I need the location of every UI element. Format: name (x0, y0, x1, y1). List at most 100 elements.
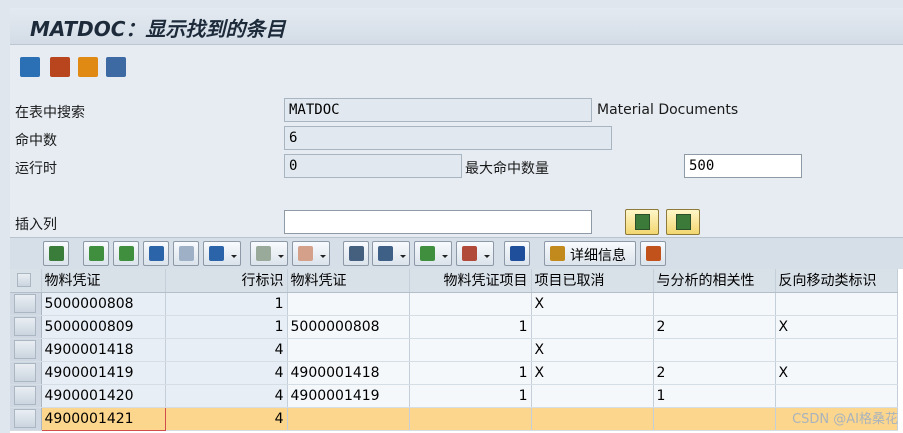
table-cell: 4900001419 (41, 361, 166, 385)
subtotal-button[interactable] (292, 241, 330, 266)
table-cell: 5000000808 (41, 292, 166, 316)
info-button[interactable] (504, 241, 530, 266)
row-selector[interactable] (10, 338, 42, 362)
views-button[interactable] (372, 241, 410, 266)
insert-column-button[interactable] (625, 209, 659, 235)
table-cell: 2 (653, 315, 776, 339)
search-table-field: MATDOC (284, 98, 592, 122)
max-hits-label: 最大命中数量 (465, 161, 549, 177)
table-cell: 4900001419 (287, 384, 410, 408)
check-table-icon[interactable] (78, 57, 98, 77)
sum-icon (256, 246, 271, 261)
find-button[interactable] (43, 241, 69, 266)
table-cell (409, 407, 532, 431)
table-cell: 1 (165, 292, 288, 316)
table-row: 4900001419 4 4900001418 1 X 2 X (10, 361, 898, 385)
details-icon (550, 246, 565, 261)
table-cell (287, 292, 410, 316)
table-cell (287, 338, 410, 362)
print-icon (349, 246, 364, 261)
column-header[interactable]: 物料凭证 (41, 269, 166, 293)
find-icon (49, 246, 64, 261)
table-cell: 5000000808 (287, 315, 410, 339)
table-cell: 4900001421 (40, 406, 166, 431)
table-cell (775, 292, 898, 316)
table-cell (653, 292, 776, 316)
insert-column-input[interactable] (284, 210, 592, 234)
binoculars-plus-icon (179, 246, 194, 261)
title-bar: MATDOC：显示找到的条目 (10, 8, 903, 45)
hits-label: 命中数 (15, 133, 57, 149)
insert-column-icon (635, 214, 650, 230)
column-header[interactable]: 物料凭证 (287, 269, 410, 293)
table-cell: 4 (165, 338, 288, 362)
layout-icon (462, 246, 477, 261)
table-cell: 4 (165, 384, 288, 408)
table-cell (531, 315, 654, 339)
filter-button[interactable] (203, 241, 241, 266)
layout-button[interactable] (456, 241, 494, 266)
refresh-icon[interactable] (20, 57, 40, 77)
table-cell: 4 (165, 407, 288, 431)
views-icon (378, 246, 393, 261)
table-header-row: 物料凭证 行标识 物料凭证 物料凭证项目 项目已取消 与分析的相关性 反向移动类… (10, 269, 898, 293)
row-selector[interactable] (10, 315, 42, 339)
table-cell: 1 (409, 361, 532, 385)
subtotal-icon (298, 246, 313, 261)
table-cell (531, 384, 654, 408)
insert-column-label: 插入列 (15, 217, 57, 233)
table-cell (653, 407, 776, 431)
sum-button[interactable] (250, 241, 288, 266)
column-header[interactable]: 项目已取消 (531, 269, 654, 293)
table-cell: X (531, 361, 654, 385)
results-table: 物料凭证 行标识 物料凭证 物料凭证项目 项目已取消 与分析的相关性 反向移动类… (10, 269, 903, 433)
export-icon (420, 246, 435, 261)
table-row-selected: 4900001421 4 (10, 406, 898, 431)
remove-column-button[interactable] (666, 209, 700, 235)
runtime-field: 0 (284, 154, 462, 178)
search-table-label: 在表中搜索 (15, 105, 85, 121)
table-cell (409, 338, 532, 362)
table-cell: X (775, 361, 898, 385)
select-all-cell[interactable] (10, 269, 42, 293)
list-icon[interactable] (106, 57, 126, 77)
row-selector[interactable] (10, 292, 42, 316)
find-next-button[interactable] (143, 241, 169, 266)
application-toolbar (10, 45, 903, 90)
export-button[interactable] (414, 241, 452, 266)
table-cell: 1 (409, 315, 532, 339)
find-more-button[interactable] (173, 241, 199, 266)
column-header[interactable]: 物料凭证项目 (409, 269, 532, 293)
max-hits-input[interactable]: 500 (684, 154, 802, 178)
row-selector[interactable] (10, 384, 42, 408)
row-selector[interactable] (10, 361, 42, 385)
table-cell (653, 338, 776, 362)
table-cell (775, 384, 898, 408)
window-title: MATDOC：显示找到的条目 (30, 17, 286, 41)
column-header[interactable]: 与分析的相关性 (653, 269, 776, 293)
table-description: Material Documents (597, 102, 739, 118)
sort-ascending-button[interactable] (83, 241, 109, 266)
column-header[interactable]: 行标识 (165, 269, 288, 293)
sort-descending-icon (119, 246, 134, 261)
sort-descending-button[interactable] (113, 241, 139, 266)
details-label: 详细信息 (570, 248, 626, 264)
details-button[interactable]: 详细信息 (544, 241, 636, 266)
select-all-icon (17, 273, 31, 288)
table-cell: 5000000809 (41, 315, 166, 339)
table-cell: 1 (165, 315, 288, 339)
remove-column-icon (676, 214, 691, 230)
graphic-button[interactable] (640, 241, 666, 266)
table-cell (287, 407, 410, 431)
column-header[interactable]: 反向移动类标识 (775, 269, 898, 293)
table-cell: 4900001420 (41, 384, 166, 408)
filter-icon (209, 246, 224, 261)
selection-options-icon[interactable] (50, 57, 70, 77)
row-selector[interactable] (10, 407, 42, 431)
table-cell: 4900001418 (287, 361, 410, 385)
info-icon (510, 246, 525, 261)
table-cell (775, 338, 898, 362)
table-cell: 1 (409, 384, 532, 408)
print-button[interactable] (343, 241, 369, 266)
table-cell: X (531, 292, 654, 316)
